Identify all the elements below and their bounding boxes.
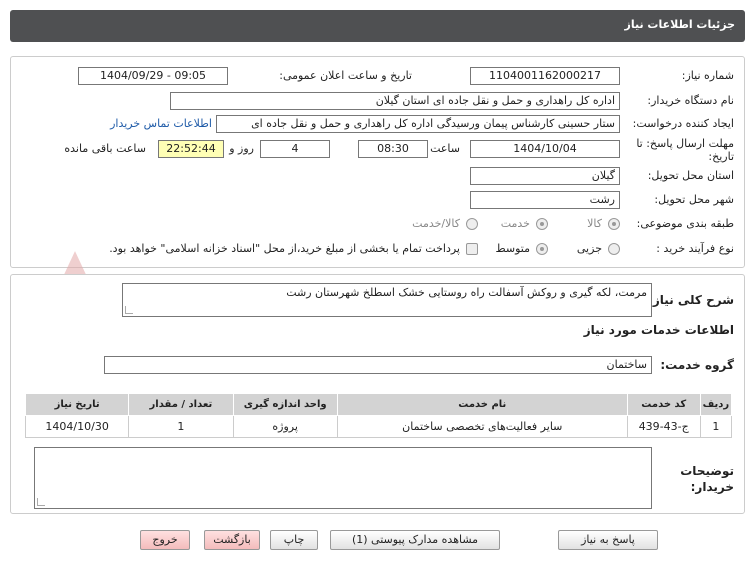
- remaining-time-field: 22:52:44: [158, 140, 224, 158]
- col-service-code: کد خدمت: [626, 393, 701, 416]
- announce-label: تاریخ و ساعت اعلان عمومی:: [279, 69, 412, 82]
- print-button[interactable]: چاپ: [270, 530, 318, 550]
- reply-button[interactable]: پاسخ به نیاز: [558, 530, 658, 550]
- category-radio-goods[interactable]: [608, 218, 620, 230]
- process-radio-minor[interactable]: [608, 243, 620, 255]
- category-label: طبقه بندی موضوعی:: [636, 217, 734, 230]
- cell-quantity: 1: [128, 415, 234, 438]
- resize-handle-icon[interactable]: [125, 306, 133, 314]
- cell-service-code: ج-43-439: [626, 415, 701, 438]
- treasury-payment-note: پرداخت تمام یا بخشی از مبلغ خرید،از محل …: [109, 242, 460, 255]
- exit-button[interactable]: خروج: [140, 530, 190, 550]
- view-attachments-button[interactable]: مشاهده مدارک پیوستی (1): [330, 530, 500, 550]
- buyer-notes-label: توضیحات خریدار:: [680, 463, 734, 495]
- deadline-time-label: ساعت: [430, 142, 460, 155]
- need-info-panel: شماره نیاز: 1104001162000217 تاریخ و ساع…: [10, 56, 745, 268]
- category-option-goods: کالا: [587, 217, 602, 230]
- col-unit: واحد اندازه گیری: [232, 393, 338, 416]
- service-group-label: گروه خدمت:: [660, 358, 734, 372]
- col-quantity: تعداد / مقدار: [128, 393, 234, 416]
- city-label: شهر محل تحویل:: [654, 193, 734, 206]
- creator-field[interactable]: ستار حسینی کارشناس پیمان ورسیدگی اداره ک…: [216, 115, 620, 133]
- need-number-field[interactable]: 1104001162000217: [470, 67, 620, 85]
- description-label: شرح کلی نیاز:: [648, 293, 734, 307]
- page-title: جزئیات اطلاعات نیاز: [624, 18, 736, 31]
- table-row: 1 ج-43-439 سایر فعالیت‌های تخصصی ساختمان…: [24, 415, 733, 438]
- buyer-org-field[interactable]: اداره کل راهداری و حمل و نقل جاده ای است…: [170, 92, 620, 110]
- treasury-payment-checkbox[interactable]: [466, 243, 478, 255]
- category-radio-goods-service[interactable]: [466, 218, 478, 230]
- days-label: روز و: [229, 142, 254, 155]
- services-panel: شرح کلی نیاز: مرمت، لکه گیری و روکش آسفا…: [10, 274, 745, 514]
- deadline-date-field[interactable]: 1404/10/04: [470, 140, 620, 158]
- back-button[interactable]: بازگشت: [204, 530, 260, 550]
- category-radio-service[interactable]: [536, 218, 548, 230]
- process-type-label: نوع فرآیند خرید :: [656, 242, 734, 255]
- services-table: ردیف کد خدمت نام خدمت واحد اندازه گیری ت…: [24, 393, 733, 438]
- cell-need-date: 1404/10/30: [24, 415, 130, 438]
- col-need-date: تاریخ نیاز: [24, 393, 130, 416]
- process-radio-medium[interactable]: [536, 243, 548, 255]
- announce-field[interactable]: 1404/09/29 - 09:05: [78, 67, 228, 85]
- service-group-field[interactable]: ساختمان: [104, 356, 652, 374]
- description-textarea[interactable]: مرمت، لکه گیری و روکش آسفالت راه روستایی…: [122, 283, 652, 317]
- buyer-notes-textarea[interactable]: [34, 447, 652, 509]
- services-table-header: ردیف کد خدمت نام خدمت واحد اندازه گیری ت…: [24, 393, 733, 416]
- city-field[interactable]: رشت: [470, 191, 620, 209]
- days-field[interactable]: 4: [260, 140, 330, 158]
- cell-row-number: 1: [699, 415, 733, 438]
- category-option-goods-service: کالا/خدمت: [412, 217, 460, 230]
- buyer-org-label: نام دستگاه خریدار:: [647, 94, 734, 107]
- cell-service-name: سایر فعالیت‌های تخصصی ساختمان: [336, 415, 628, 438]
- category-option-service: خدمت: [500, 217, 530, 230]
- creator-label: ایجاد کننده درخواست:: [632, 117, 734, 130]
- province-field[interactable]: گیلان: [470, 167, 620, 185]
- resize-handle-icon[interactable]: [37, 498, 45, 506]
- remaining-label: ساعت باقی مانده: [64, 142, 146, 155]
- deadline-label: مهلت ارسال پاسخ: تا تاریخ:: [636, 137, 734, 163]
- buyer-notes-label-line2: خریدار:: [690, 480, 734, 494]
- cell-unit: پروژه: [232, 415, 338, 438]
- need-number-label: شماره نیاز:: [681, 69, 734, 82]
- col-service-name: نام خدمت: [336, 393, 628, 416]
- page-header: جزئیات اطلاعات نیاز: [10, 10, 745, 42]
- col-row-number: ردیف: [699, 393, 733, 416]
- buyer-notes-label-line1: توضیحات: [680, 464, 734, 478]
- process-option-minor: جزیی: [576, 242, 602, 255]
- process-option-medium: متوسط: [495, 242, 530, 255]
- description-text: مرمت، لکه گیری و روکش آسفالت راه روستایی…: [286, 286, 647, 299]
- services-section-title: اطلاعات خدمات مورد نیاز: [583, 323, 734, 337]
- buyer-contact-link[interactable]: اطلاعات تماس خریدار: [110, 117, 212, 130]
- province-label: استان محل تحویل:: [647, 169, 734, 182]
- deadline-time-field[interactable]: 08:30: [358, 140, 428, 158]
